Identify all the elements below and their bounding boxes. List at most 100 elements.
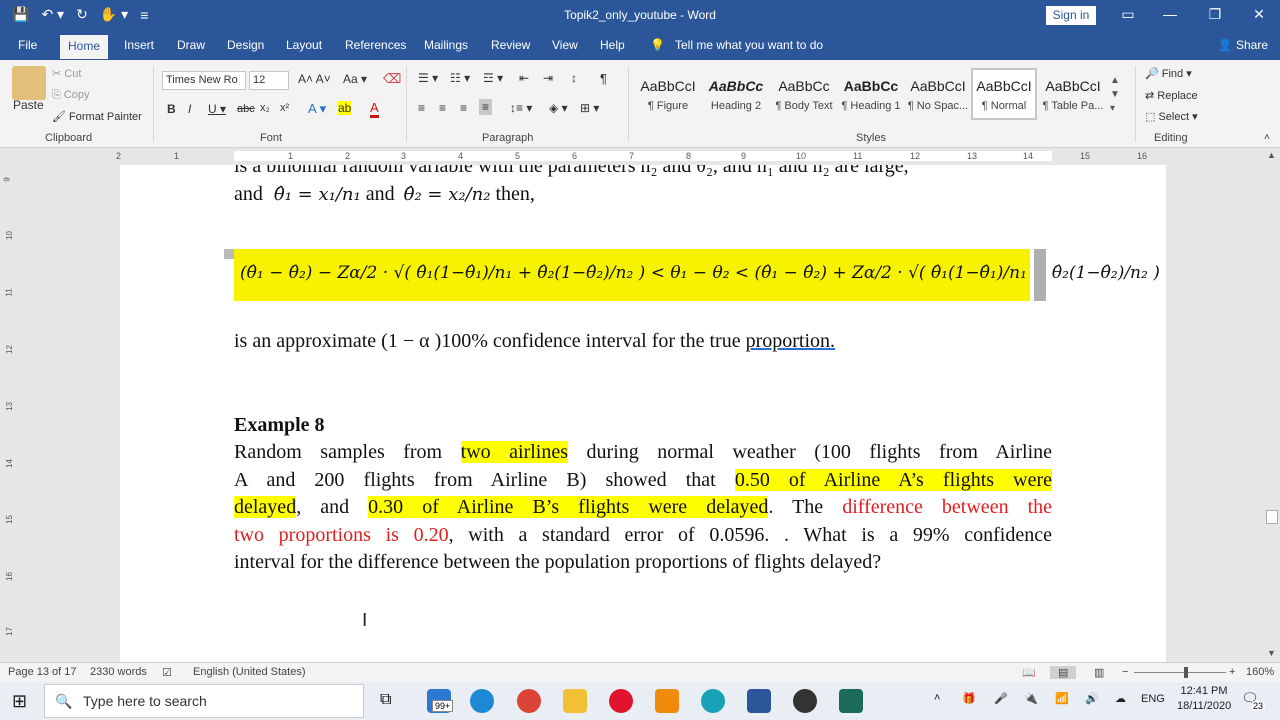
- document-page[interactable]: is a binomial random variable with the p…: [120, 165, 1166, 662]
- zoom-out-icon[interactable]: −: [1122, 666, 1128, 678]
- shading-icon[interactable]: ◈ ▾: [549, 101, 568, 115]
- align-center-icon[interactable]: ≡: [439, 101, 446, 115]
- word-count[interactable]: 2330 words: [90, 666, 147, 678]
- read-mode-icon[interactable]: 📖: [1022, 666, 1036, 679]
- bullets-icon[interactable]: ☰ ▾: [418, 71, 438, 85]
- edge-browser-icon[interactable]: [470, 689, 494, 713]
- format-painter-button[interactable]: 🖌 Format Painter: [52, 110, 142, 123]
- tab-file[interactable]: File: [18, 38, 37, 52]
- close-icon[interactable]: ✕: [1249, 6, 1269, 23]
- borders-icon[interactable]: ⊞ ▾: [580, 101, 599, 115]
- sign-in-button[interactable]: Sign in: [1046, 6, 1096, 25]
- tab-insert[interactable]: Insert: [124, 38, 154, 52]
- print-layout-icon[interactable]: ▤: [1050, 666, 1077, 679]
- windows-start-icon[interactable]: ⊞: [12, 691, 27, 712]
- increase-indent-icon[interactable]: ⇥: [543, 71, 553, 85]
- tab-review[interactable]: Review: [491, 38, 530, 52]
- align-left-icon[interactable]: ≡: [418, 101, 425, 115]
- tab-help[interactable]: Help: [600, 38, 625, 52]
- equation-handle-icon[interactable]: [224, 249, 234, 259]
- replace-button[interactable]: ⇄ Replace: [1145, 89, 1198, 102]
- tray-app-icon[interactable]: 🎁: [962, 692, 976, 705]
- tab-mailings[interactable]: Mailings: [424, 38, 468, 52]
- decrease-indent-icon[interactable]: ⇤: [519, 71, 529, 85]
- task-view-icon[interactable]: ⧉: [380, 691, 391, 709]
- minimize-icon[interactable]: —: [1160, 6, 1180, 22]
- app-icon[interactable]: [839, 689, 863, 713]
- tab-draw[interactable]: Draw: [177, 38, 205, 52]
- ribbon-display-options-icon[interactable]: ▭: [1118, 6, 1138, 23]
- superscript-button[interactable]: x²: [280, 102, 289, 114]
- zoom-level[interactable]: 160%: [1246, 666, 1274, 678]
- file-explorer-icon[interactable]: [563, 689, 587, 713]
- language-indicator[interactable]: English (United States): [193, 666, 306, 678]
- strikethrough-button[interactable]: abc: [237, 103, 255, 115]
- share-button[interactable]: 👤 Share: [1218, 38, 1268, 52]
- style-figure[interactable]: AaBbCcI ¶ Figure: [635, 68, 701, 120]
- tab-home[interactable]: Home: [60, 35, 109, 59]
- bold-button[interactable]: B: [167, 102, 176, 116]
- change-case-icon[interactable]: Aa ▾: [343, 72, 367, 86]
- sort-icon[interactable]: ↕: [571, 71, 577, 85]
- volume-icon[interactable]: 🔊: [1085, 692, 1099, 705]
- clear-formatting-icon[interactable]: ⌫: [383, 71, 401, 87]
- obs-app-icon[interactable]: [793, 689, 817, 713]
- show-formatting-icon[interactable]: ¶: [600, 71, 607, 86]
- proofing-icon[interactable]: ☑: [162, 666, 172, 679]
- app-icon[interactable]: [701, 689, 725, 713]
- grow-shrink-font-icons[interactable]: A˄ A˅: [298, 72, 331, 86]
- style-table-paragraph[interactable]: AaBbCcI ¶ Table Pa...: [1040, 68, 1106, 120]
- show-hidden-icons[interactable]: ˄: [934, 692, 940, 704]
- cut-button[interactable]: ✂ Cut: [52, 67, 81, 80]
- underline-button[interactable]: U ▾: [208, 102, 226, 116]
- copy-button[interactable]: ⎘ Copy: [52, 89, 90, 102]
- justify-icon[interactable]: ≡: [479, 99, 493, 115]
- numbering-icon[interactable]: ☷ ▾: [450, 71, 470, 85]
- scroll-up-icon[interactable]: ▲: [1267, 150, 1276, 160]
- find-button[interactable]: 🔎 Find ▾: [1145, 67, 1192, 80]
- vertical-scrollbar[interactable]: ▲ ▼: [1264, 148, 1280, 662]
- scrollbar-thumb[interactable]: [1266, 510, 1278, 524]
- subscript-button[interactable]: x₂: [260, 102, 270, 114]
- zoom-in-icon[interactable]: +: [1229, 666, 1235, 678]
- clock[interactable]: 12:41 PM 18/11/2020: [1177, 685, 1231, 712]
- battery-icon[interactable]: 🔌: [1024, 692, 1038, 705]
- zoom-slider-thumb[interactable]: [1184, 667, 1188, 678]
- tab-layout[interactable]: Layout: [286, 38, 322, 52]
- select-button[interactable]: ⬚ Select ▾: [1145, 110, 1198, 123]
- style-no-spacing[interactable]: AaBbCcI ¶ No Spac...: [905, 68, 971, 120]
- style-body-text[interactable]: AaBbCc ¶ Body Text: [771, 68, 837, 120]
- taskbar-search[interactable]: 🔍 Type here to search: [44, 684, 364, 718]
- chrome-browser-icon[interactable]: [517, 689, 541, 713]
- page-count[interactable]: Page 13 of 17: [8, 666, 77, 678]
- equation-options-icon[interactable]: [1034, 249, 1046, 301]
- tell-me-search[interactable]: Tell me what you want to do: [675, 38, 823, 52]
- opera-browser-icon[interactable]: [609, 689, 633, 713]
- style-heading-1[interactable]: AaBbCc ¶ Heading 1: [838, 68, 904, 120]
- font-size-field[interactable]: 12: [249, 71, 289, 90]
- collapse-ribbon-icon[interactable]: ˄: [1264, 132, 1270, 143]
- horizontal-ruler[interactable]: 2 1 1 2 3 4 5 6 7 8 9 10 11 12 13 14 15 …: [0, 148, 1280, 165]
- text-effects-icon[interactable]: A ▾: [308, 101, 326, 117]
- font-name-field[interactable]: Times New Ro: [162, 71, 246, 90]
- paste-icon[interactable]: [12, 66, 46, 100]
- cloud-icon[interactable]: ☁: [1115, 692, 1126, 705]
- italic-button[interactable]: I: [188, 102, 191, 116]
- tab-references[interactable]: References: [345, 38, 406, 52]
- vlc-player-icon[interactable]: [655, 689, 679, 713]
- zoom-slider[interactable]: [1134, 672, 1226, 673]
- wifi-icon[interactable]: 📶: [1055, 692, 1069, 705]
- word-app-icon[interactable]: [747, 689, 771, 713]
- font-color-icon[interactable]: A: [370, 100, 379, 118]
- equation-box[interactable]: (θ̂₁ − θ̂₂) − Zα/2 · √( θ̂₁(1−θ̂₁)/n₁ + …: [234, 249, 1160, 301]
- web-layout-icon[interactable]: ▥: [1094, 666, 1104, 679]
- tab-view[interactable]: View: [552, 38, 578, 52]
- styles-scroll-icon[interactable]: ▲ ▼ ▾: [1110, 74, 1120, 116]
- scroll-down-icon[interactable]: ▼: [1267, 648, 1276, 658]
- paste-button[interactable]: Paste: [13, 98, 44, 112]
- align-right-icon[interactable]: ≡: [460, 101, 467, 115]
- style-normal[interactable]: AaBbCcI ¶ Normal: [971, 68, 1037, 120]
- multilevel-list-icon[interactable]: ☲ ▾: [483, 71, 503, 85]
- tab-design[interactable]: Design: [227, 38, 264, 52]
- line-spacing-icon[interactable]: ↕≡ ▾: [510, 101, 532, 115]
